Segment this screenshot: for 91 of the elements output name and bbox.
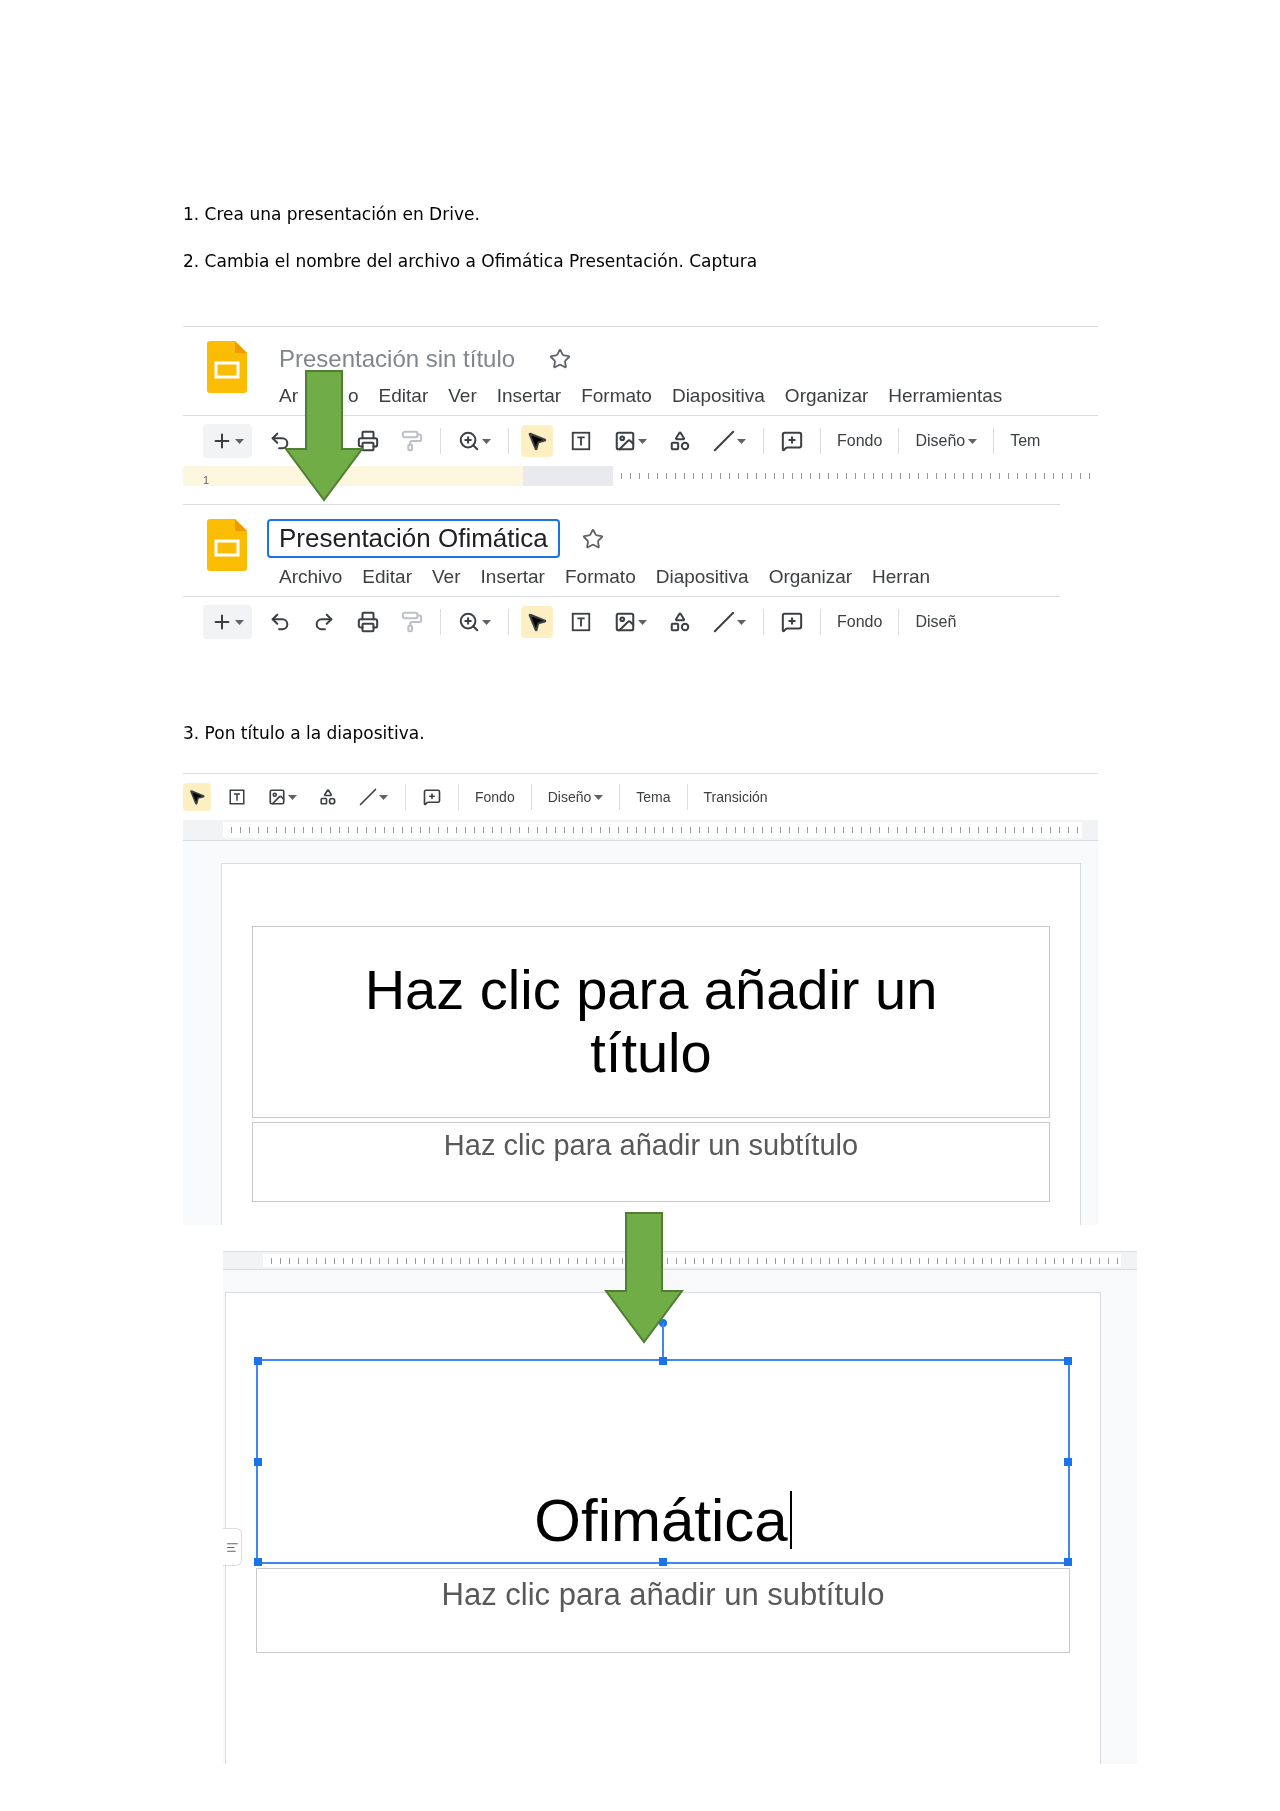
title-text-box[interactable]: Haz clic para añadir un título — [252, 926, 1050, 1118]
slide-subtitle[interactable]: Haz clic para añadir un subtítulo — [252, 1122, 1050, 1202]
menu-item[interactable]: Formato — [564, 566, 636, 588]
slide-title: Haz clic para añadir un título — [363, 959, 939, 1085]
menu-item[interactable]: Herran — [872, 566, 931, 588]
caret-icon — [638, 438, 647, 444]
add-comment-icon[interactable] — [781, 611, 803, 633]
resize-handle[interactable] — [1064, 1457, 1072, 1466]
zoom-icon[interactable] — [458, 430, 480, 452]
caret-icon — [482, 438, 491, 444]
resize-handle[interactable] — [659, 1357, 667, 1365]
document-title-field[interactable]: Presentación sin título — [267, 341, 528, 377]
toolbar-button[interactable]: Fondo — [833, 432, 887, 450]
menu-item[interactable]: Formato — [581, 385, 652, 407]
toolbar-button[interactable]: Transición — [699, 789, 772, 805]
document-title-field[interactable]: Presentación Ofimática — [267, 519, 560, 558]
shapes-icon[interactable] — [669, 611, 691, 633]
speaker-notes-tab[interactable] — [223, 1528, 242, 1566]
add-comment-icon[interactable] — [781, 430, 803, 452]
menu-item[interactable]: Archivo — [279, 566, 343, 588]
toolbar-button[interactable]: Tem — [1006, 432, 1045, 450]
shapes-icon[interactable] — [669, 430, 691, 452]
menu-item[interactable]: Organizar — [784, 385, 869, 407]
text-box-icon[interactable] — [570, 611, 592, 633]
image-icon[interactable] — [614, 611, 636, 633]
resize-handle[interactable] — [254, 1457, 262, 1466]
menu-item[interactable]: Herramientas — [888, 385, 1003, 407]
pointer-tool[interactable] — [521, 606, 553, 638]
toolbar-button[interactable]: Diseñ — [911, 613, 961, 631]
zoom-icon[interactable] — [458, 611, 480, 633]
print-icon[interactable] — [357, 611, 379, 633]
caret-icon — [235, 438, 244, 444]
redo-icon[interactable] — [313, 611, 335, 633]
toolbar-button[interactable]: Diseño — [543, 789, 608, 805]
instruction-text: 3. Pon título a la diapositiva. — [183, 723, 426, 743]
instruction-text: 1. Crea una presentación en Drive. — [183, 204, 481, 224]
pointer-tool[interactable] — [183, 783, 211, 811]
star-icon[interactable] — [549, 348, 572, 370]
image-icon[interactable] — [268, 788, 286, 806]
menu-item[interactable]: Diapositiva — [671, 385, 765, 407]
lines-icon — [225, 1540, 239, 1554]
caret-icon — [482, 619, 491, 625]
star-icon[interactable] — [581, 527, 604, 550]
caret-icon — [288, 794, 297, 800]
toolbar-button[interactable]: Diseño — [911, 432, 982, 450]
toolbar-button[interactable]: Fondo — [471, 789, 519, 805]
instruction-text: 2. Cambia el nombre del archivo a Ofimática Presentación. Captura — [183, 251, 759, 271]
resize-handle[interactable] — [254, 1558, 262, 1566]
line-icon[interactable] — [359, 788, 377, 806]
menu-item[interactable]: Insertar — [496, 385, 562, 407]
caret-icon — [638, 619, 647, 625]
undo-icon[interactable] — [269, 430, 291, 452]
menu-item[interactable]: Organizar — [768, 566, 853, 588]
caret-icon — [594, 794, 604, 800]
add-comment-icon[interactable] — [423, 788, 441, 806]
caret-icon — [968, 438, 978, 444]
line-icon[interactable] — [713, 611, 735, 633]
pointer-tool[interactable] — [521, 425, 553, 457]
new-slide-button[interactable] — [203, 605, 252, 639]
slide-title: Ofimática — [534, 1486, 792, 1554]
caret-icon — [379, 794, 388, 800]
resize-handle[interactable] — [254, 1357, 262, 1365]
menu-item[interactable]: Ver — [448, 385, 477, 407]
image-icon[interactable] — [614, 430, 636, 452]
text-box-icon[interactable] — [570, 430, 592, 452]
caret-icon — [235, 619, 244, 625]
line-icon[interactable] — [713, 430, 735, 452]
cursor-arrow-icon — [526, 430, 548, 452]
toolbar-button[interactable]: Fondo — [833, 613, 887, 631]
menu-item[interactable]: Ver — [432, 566, 461, 588]
menu-item[interactable]: Editar — [362, 566, 412, 588]
new-slide-button[interactable] — [203, 424, 252, 458]
shapes-icon[interactable] — [319, 788, 337, 806]
resize-handle[interactable] — [659, 1558, 667, 1566]
menu-item[interactable]: Diapositiva — [655, 566, 749, 588]
text-box-icon[interactable] — [228, 788, 246, 806]
slide-subtitle[interactable]: Haz clic para añadir un subtítulo — [256, 1568, 1070, 1653]
menu-item[interactable]: Insertar — [480, 566, 545, 588]
toolbar-button[interactable]: Tema — [632, 789, 675, 805]
menu-item[interactable]: Editar — [378, 385, 429, 407]
menu-item[interactable]: Ar — [279, 385, 298, 407]
slide-number: 1 — [203, 474, 210, 486]
resize-handle[interactable] — [1064, 1558, 1072, 1566]
menu-item[interactable]: o — [348, 385, 359, 407]
cursor-arrow-icon — [526, 611, 548, 633]
caret-icon — [737, 438, 746, 444]
print-icon[interactable] — [357, 430, 379, 452]
undo-icon[interactable] — [269, 611, 291, 633]
resize-handle[interactable] — [1064, 1357, 1072, 1365]
caret-icon — [737, 619, 746, 625]
cursor-arrow-icon — [188, 788, 206, 806]
